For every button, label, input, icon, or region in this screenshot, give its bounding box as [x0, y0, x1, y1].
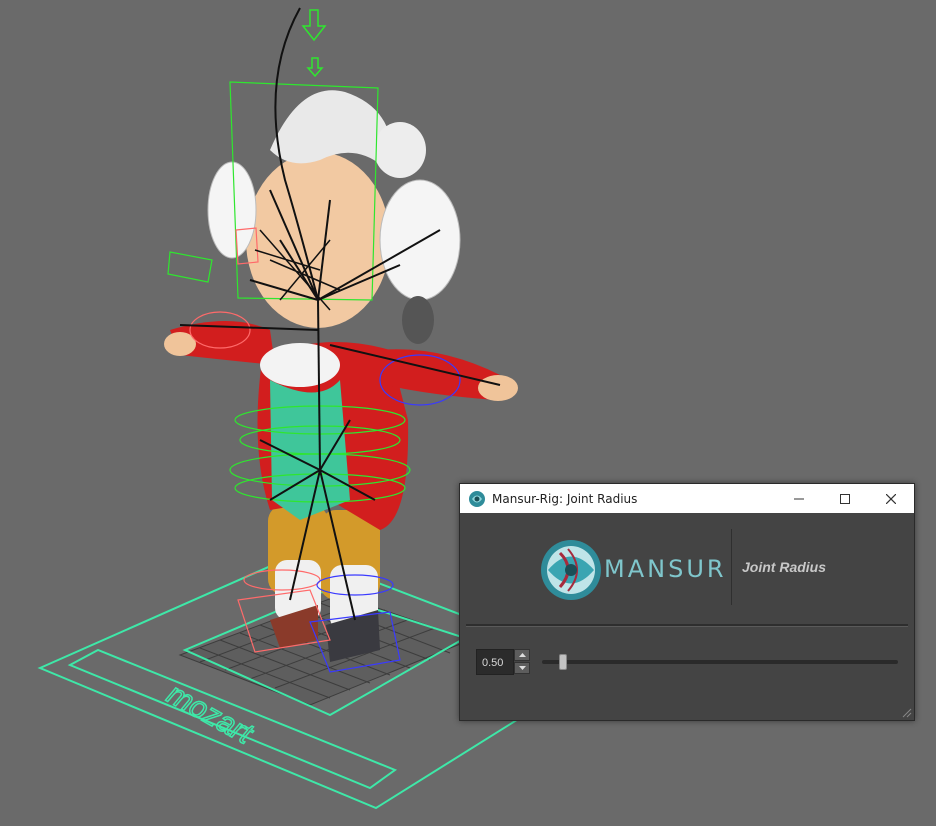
close-icon — [886, 493, 896, 504]
mansur-banner: MANSUR Joint Radius — [460, 513, 914, 623]
radius-spinbox-buttons — [514, 649, 530, 675]
mansur-logo-icon — [541, 540, 601, 600]
ground-grid — [178, 594, 472, 706]
tool-subtitle: Joint Radius — [742, 559, 827, 575]
spin-down-button[interactable] — [514, 662, 530, 674]
maximize-icon — [840, 493, 850, 504]
close-button[interactable] — [868, 484, 914, 513]
spin-up-button[interactable] — [514, 649, 530, 661]
asset-label: mozart — [162, 677, 260, 751]
dialog-title: Mansur-Rig: Joint Radius — [492, 491, 638, 506]
radius-slider-track[interactable] — [542, 660, 898, 664]
mansur-logo-icon — [469, 490, 485, 507]
banner-divider — [731, 529, 732, 605]
dialog-titlebar[interactable]: Mansur-Rig: Joint Radius — [460, 484, 914, 513]
minimize-icon — [794, 498, 804, 499]
joint-radius-dialog[interactable]: Mansur-Rig: Joint Radius MANSUR Joint Ra… — [459, 483, 915, 721]
radius-spinbox-field[interactable]: 0.50 — [476, 649, 514, 675]
minimize-button[interactable] — [776, 484, 822, 513]
chevron-down-icon — [518, 666, 526, 670]
maximize-button[interactable] — [822, 484, 868, 513]
radius-slider-handle[interactable] — [559, 654, 568, 670]
mansur-logo-text: MANSUR — [604, 555, 727, 583]
radius-control-row: 0.50 — [476, 649, 902, 677]
section-separator — [466, 624, 908, 627]
resize-grip-icon[interactable] — [902, 708, 912, 718]
chevron-up-icon — [518, 653, 526, 657]
